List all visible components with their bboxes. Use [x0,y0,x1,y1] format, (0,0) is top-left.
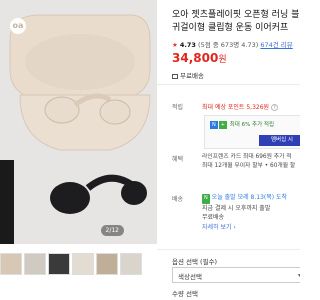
delivery-line2: 지금 결제 시 오후까지 출발 [202,204,271,212]
max-points-text: 최대 예상 포인트 5,326원 [202,104,270,111]
delivery-label: 배송 [172,196,184,203]
delivery-line3: 무료배송 [202,214,225,221]
free-shipping-label: 무료배송 [180,72,204,80]
membership-button[interactable]: 멤버십 시 [259,135,300,146]
brand-logo: oa [10,18,26,34]
rating-summary: ★ 4.73 (5점 중 673명 4.73) 674건 리뷰 [172,39,293,49]
free-shipping: 무료배송 [172,70,204,80]
benefits-label: 혜택 [172,156,184,163]
n-pay-badge-icon: N [210,121,218,129]
promo-text: 최대 6% 추가 적립 [229,122,275,128]
thumbnail-6[interactable] [120,253,142,275]
max-points: 최대 예상 포인트 5,326원 ? [202,102,278,111]
benefit-line1: 라인프렌즈 카드 최대 696원 추가 적 [202,154,292,160]
chevron-down-icon: ▾ [297,272,300,279]
divider [157,84,300,85]
star-icon: ★ [172,41,178,49]
product-title-line2: 귀걸이형 클립형 운동 이어커프 [172,23,289,33]
divider [157,249,300,250]
membership-promo: N + 최대 6% 추가 적립 멤버십 시 [204,115,300,149]
rating-detail: (5점 중 673명 4.73) [198,41,259,49]
truck-icon [172,74,178,79]
review-count-link[interactable]: 674건 리뷰 [260,41,292,49]
benefit-line2: 최대 12개월 무이자 할부 • 60개월 할 [202,163,296,169]
n-delivery-badge-icon: N [202,194,210,204]
rating-score: 4.73 [179,41,196,49]
color-option-select[interactable]: 색상선택 ▾ [172,267,300,283]
product-title: 오아 젯츠플레이핏 오픈형 러닝 블 귀걸이형 클립형 운동 이어커프 [172,9,300,35]
price-value: 34,800 [172,51,219,65]
points-label: 적립 [172,104,184,111]
plus-badge-icon: + [218,121,227,129]
option-selected-value: 색상선택 [178,273,202,281]
delivery-detail-link[interactable]: 자세히 보기 › [202,223,300,233]
thumbnail-1[interactable] [0,253,22,275]
price-unit: 원 [218,55,227,65]
price: 34,800원 [172,51,227,65]
benefit-lines: 라인프렌즈 카드 최대 696원 추가 적 최대 12개월 무이자 할부 • 6… [202,153,300,171]
image-page-counter: 2/12 [100,225,124,236]
thumbnail-5[interactable] [96,253,118,275]
product-title-line1: 오아 젯츠플레이핏 오픈형 러닝 블 [172,10,300,20]
product-info-panel: 오아 젯츠플레이핏 오픈형 러닝 블 귀걸이형 클립형 운동 이어커프 ★ 4.… [157,0,300,300]
thumbnail-2[interactable] [24,253,46,275]
delivery-today: 오늘 출발 [211,194,236,201]
option-section-title: 옵션 선택 (필수) [172,258,218,266]
quantity-section-title: 수량 선택 [172,290,198,298]
thumbnail-4[interactable] [72,253,94,275]
delivery-info: N 오늘 출발 모레 8.13(목) 도착 지금 결제 시 오후까지 출발 무료… [202,193,300,232]
earbuds-illustration [0,14,151,244]
product-image[interactable]: oa 2/12 [0,0,157,244]
delivery-arrive-row: N 오늘 출발 모레 8.13(목) 도착 [202,193,300,204]
thumbnail-strip [0,245,157,300]
thumbnail-3[interactable] [48,253,70,275]
help-icon[interactable]: ? [270,104,278,111]
promo-row: N + 최대 6% 추가 적립 [210,120,274,129]
delivery-date: 모레 8.13(목) 도착 [237,194,288,201]
